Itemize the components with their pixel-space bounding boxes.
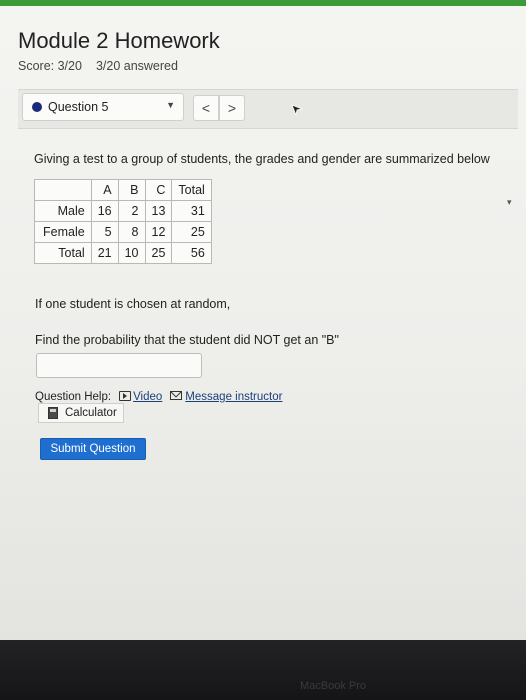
video-icon — [119, 391, 132, 401]
mouse-cursor-icon — [291, 104, 303, 116]
question-select-label: Question 5 — [48, 100, 109, 114]
table-cell: 31 — [171, 200, 212, 222]
table-cell: 2 — [117, 200, 146, 222]
calculator-icon — [48, 407, 58, 419]
question-help-label: Question Help: — [35, 391, 112, 403]
table-header-row: A B C Total — [34, 179, 212, 201]
table-cell: 5 — [90, 221, 119, 243]
table-cell: 12 — [144, 221, 173, 243]
table-cell: 25 — [144, 242, 173, 264]
table-cell: 25 — [171, 221, 212, 243]
question-prompt-context: If one student is chosen at random, — [35, 297, 231, 311]
table-cell: 8 — [117, 221, 146, 243]
device-label: MacBook Pro — [300, 680, 367, 692]
scroll-down-icon[interactable]: ▾ — [507, 197, 512, 208]
question-help: Question Help: Video Message instructor — [35, 391, 282, 403]
table-cell: 10 — [117, 242, 146, 264]
grades-table: A B C Total Male 16 2 13 31 Female 5 8 1… — [34, 179, 212, 264]
table-cell: 16 — [90, 200, 119, 222]
row-header-cell: Female — [34, 221, 92, 243]
message-instructor-link[interactable]: Message instructor — [185, 391, 282, 403]
table-header-cell: C — [144, 179, 173, 201]
table-header-cell: Total — [171, 179, 212, 201]
question-prompt: Find the probability that the student di… — [35, 333, 339, 347]
table-header-cell — [34, 179, 92, 201]
question-intro: Giving a test to a group of students, th… — [34, 152, 490, 166]
table-row: Male 16 2 13 31 — [34, 200, 212, 222]
question-status-dot-icon — [32, 102, 42, 112]
calculator-button[interactable]: Calculator — [38, 403, 124, 423]
submit-question-button[interactable]: Submit Question — [40, 438, 146, 460]
chevron-down-icon: ▼ — [166, 100, 175, 110]
row-header-cell: Male — [34, 200, 92, 222]
page-title: Module 2 Homework — [18, 28, 220, 53]
table-header-cell: B — [117, 179, 146, 201]
next-question-button[interactable]: > — [219, 95, 245, 121]
table-header-cell: A — [90, 179, 119, 201]
table-cell: 21 — [90, 242, 119, 264]
video-link[interactable]: Video — [133, 391, 162, 403]
question-select[interactable]: Question 5 ▼ — [22, 93, 184, 121]
table-row: Total 21 10 25 56 — [34, 242, 212, 264]
table-row: Female 5 8 12 25 — [34, 221, 212, 243]
row-header-cell: Total — [34, 242, 92, 264]
score-line: Score: 3/20 3/20 answered — [18, 59, 178, 73]
table-cell: 13 — [144, 200, 173, 222]
envelope-icon — [170, 391, 183, 400]
answered-count: 3/20 answered — [95, 59, 178, 73]
calculator-label: Calculator — [65, 407, 117, 419]
laptop-bezel — [0, 640, 526, 700]
score-text: Score: 3/20 — [18, 59, 82, 73]
previous-question-button[interactable]: < — [193, 95, 219, 121]
table-cell: 56 — [171, 242, 212, 264]
answer-input[interactable] — [36, 353, 202, 378]
